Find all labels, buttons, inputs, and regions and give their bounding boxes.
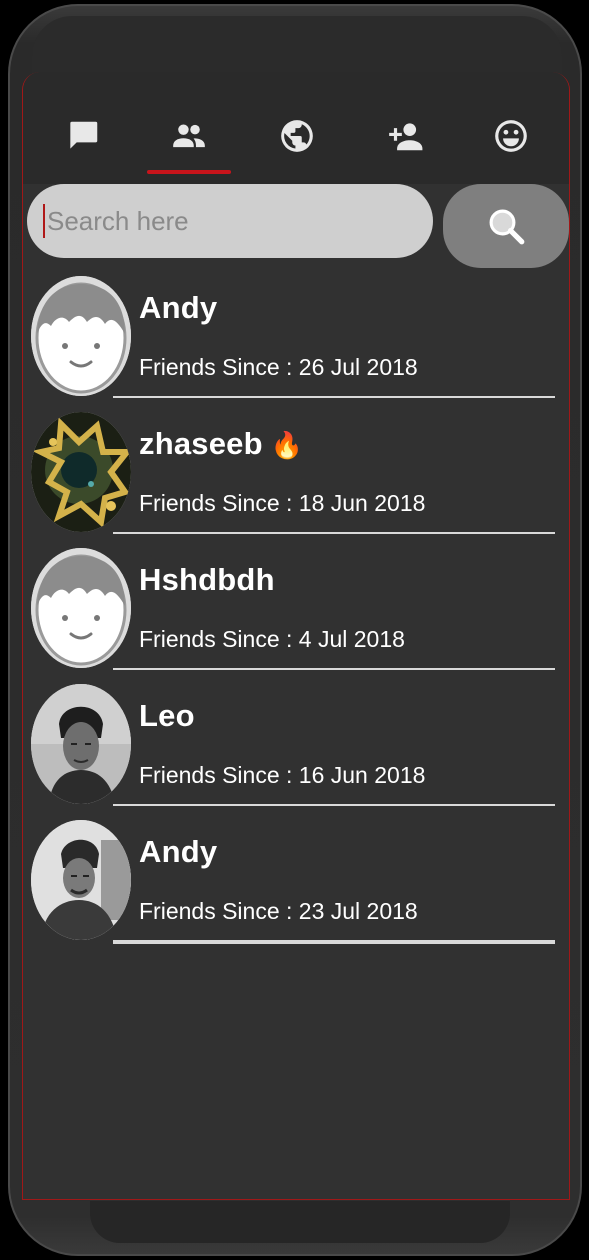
text-caret: [43, 204, 45, 238]
list-item[interactable]: Hshdbdh Friends Since : 4 Jul 2018: [23, 542, 569, 678]
list-item[interactable]: Andy Friends Since : 23 Jul 2018: [23, 814, 569, 950]
avatar: [31, 412, 131, 532]
list-item[interactable]: Andy Friends Since : 26 Jul 2018: [23, 270, 569, 406]
friends-icon: [173, 124, 205, 148]
app-screen: Search here Andy Friends Since : 26 Jul …: [22, 72, 570, 1200]
friends-since: Friends Since : 18 Jun 2018: [139, 490, 426, 516]
tab-global[interactable]: [245, 100, 349, 172]
list-item[interactable]: Leo Friends Since : 16 Jun 2018: [23, 678, 569, 814]
globe-icon: [281, 120, 313, 152]
add-friend-icon: [389, 123, 423, 151]
phone-top-bezel: [32, 16, 562, 80]
search-button[interactable]: [443, 184, 569, 268]
friend-list: Andy Friends Since : 26 Jul 2018 zhaseeb…: [23, 270, 569, 950]
friend-name: zhaseeb 🔥: [139, 426, 304, 461]
smiley-icon: [495, 120, 527, 152]
tab-chats[interactable]: [31, 100, 135, 172]
tab-add-friend[interactable]: [353, 100, 457, 172]
friend-name: Leo: [139, 698, 195, 733]
default-avatar-icon: [31, 276, 131, 396]
avatar: [31, 820, 131, 940]
search-icon: [489, 209, 525, 245]
photo-avatar-icon: [31, 820, 131, 940]
divider: [113, 940, 555, 944]
friends-since: Friends Since : 26 Jul 2018: [139, 354, 418, 380]
phone-bottom-bezel: [90, 1201, 510, 1243]
friends-since: Friends Since : 23 Jul 2018: [139, 898, 418, 924]
list-item[interactable]: zhaseeb 🔥 Friends Since : 18 Jun 2018: [23, 406, 569, 542]
avatar: [31, 548, 131, 668]
chat-icon: [70, 121, 98, 149]
tab-bar: [23, 72, 569, 184]
tab-emoji[interactable]: [459, 100, 563, 172]
search-placeholder: Search here: [47, 205, 189, 236]
friends-since: Friends Since : 4 Jul 2018: [139, 626, 405, 652]
photo-avatar-icon: [31, 684, 131, 804]
divider: [113, 668, 555, 670]
friend-name: Andy: [139, 290, 218, 325]
photo-avatar-icon: [31, 412, 131, 532]
fire-emoji: 🔥: [270, 430, 304, 460]
divider: [113, 396, 555, 398]
tab-friends[interactable]: [137, 100, 241, 174]
friend-name: Andy: [139, 834, 218, 869]
friends-since: Friends Since : 16 Jun 2018: [139, 762, 426, 788]
friend-name: Hshdbdh: [139, 562, 275, 597]
divider: [113, 532, 555, 534]
avatar: [31, 276, 131, 396]
avatar: [31, 684, 131, 804]
default-avatar-icon: [31, 548, 131, 668]
divider: [113, 804, 555, 806]
search-input[interactable]: Search here: [27, 184, 433, 258]
